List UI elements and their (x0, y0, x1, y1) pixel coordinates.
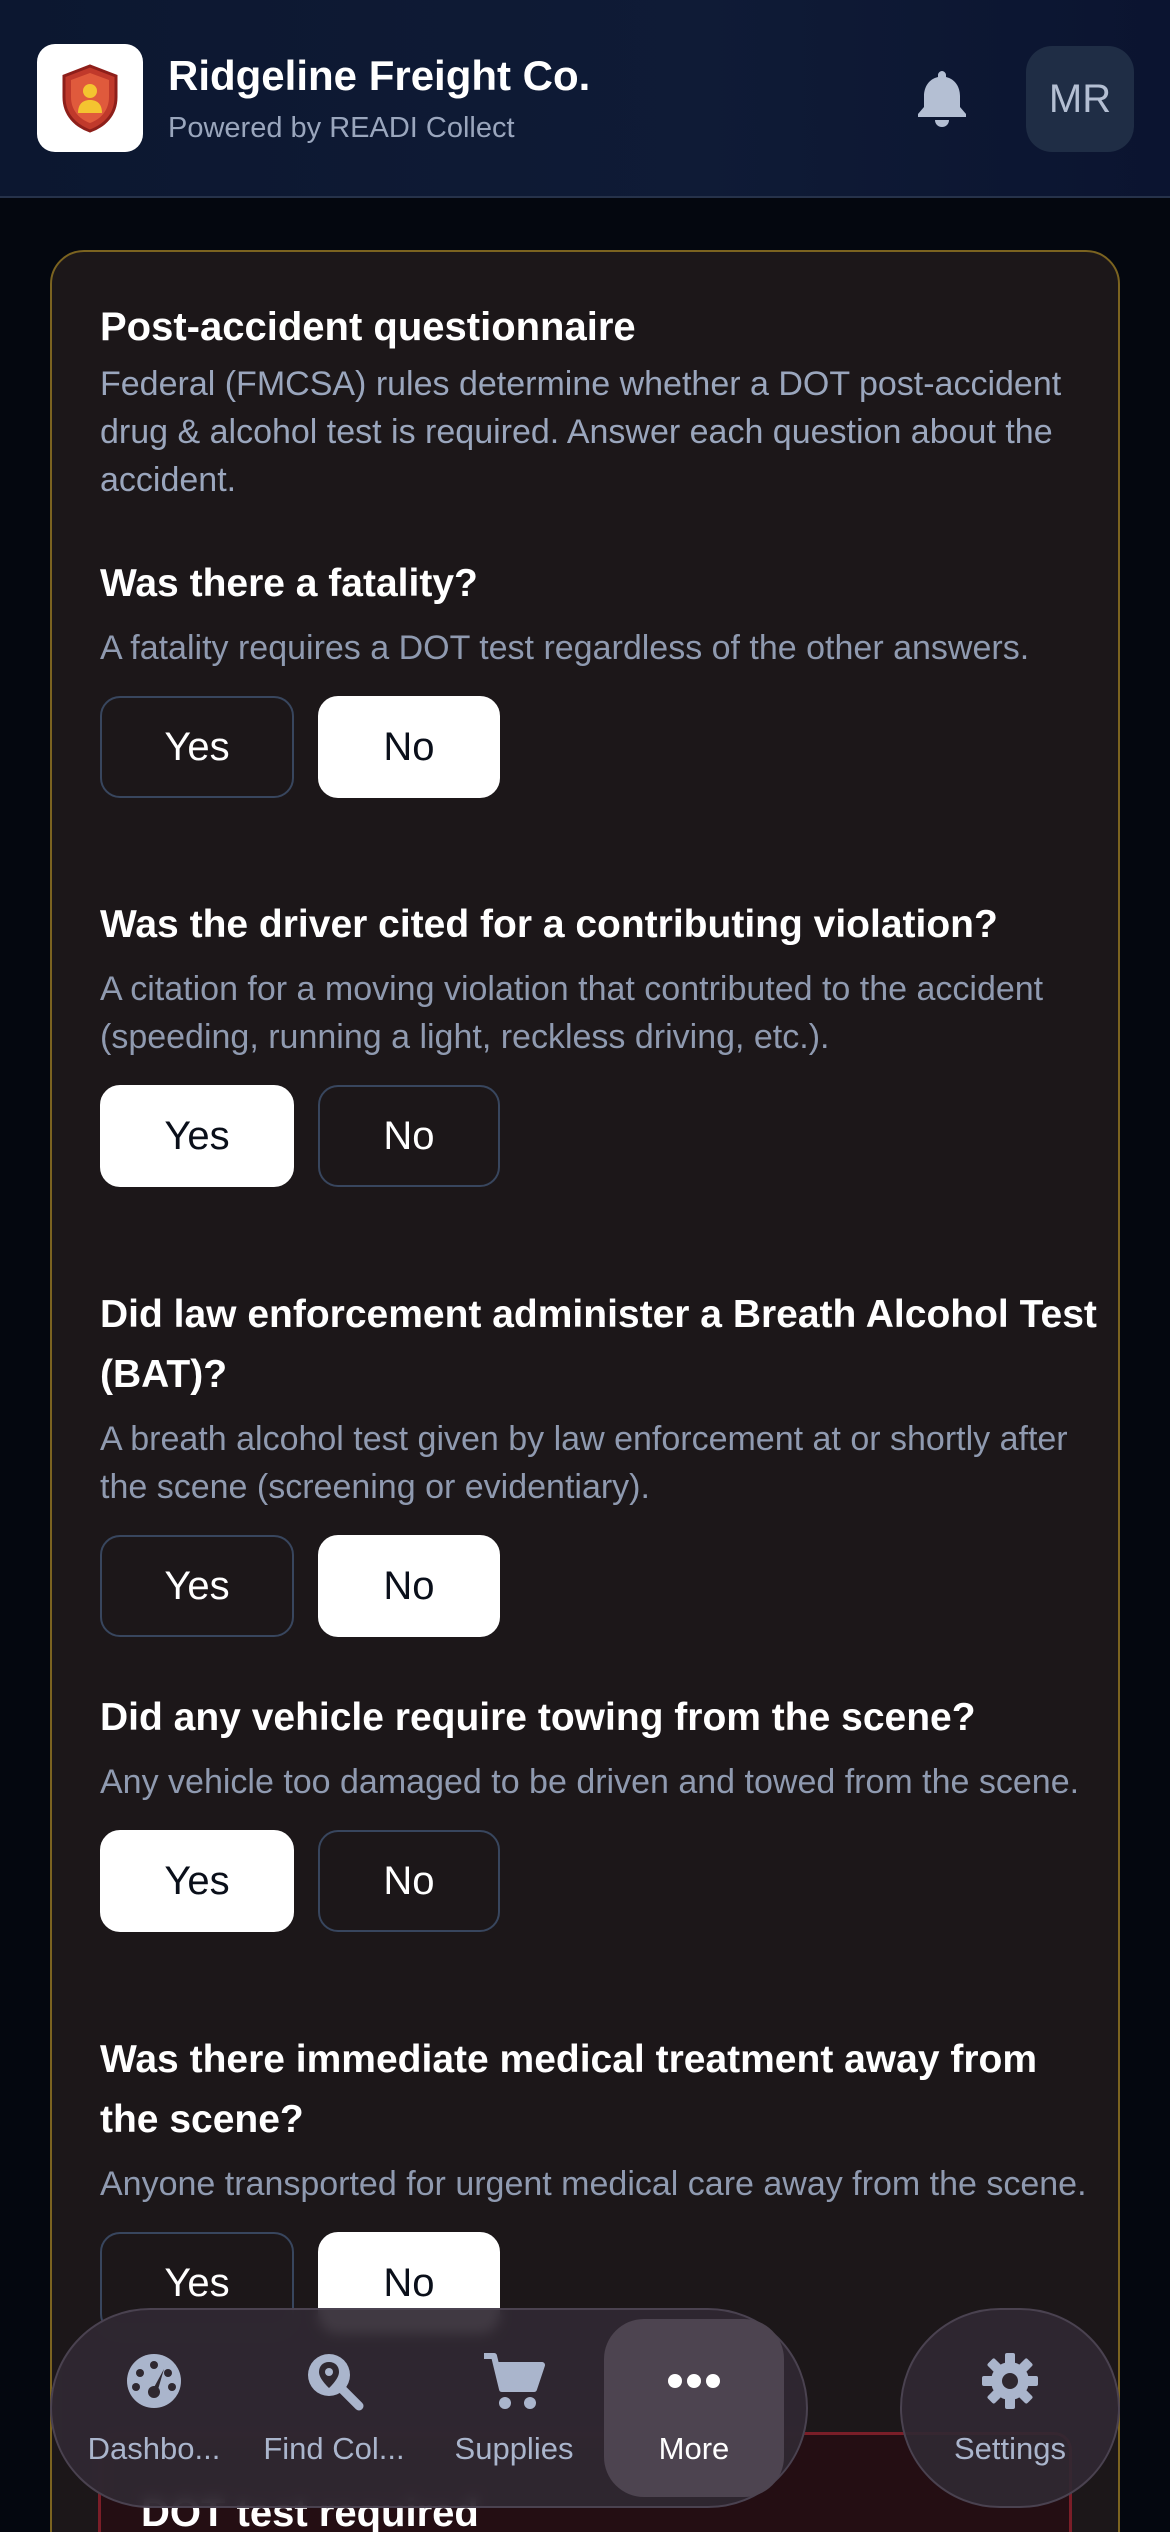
no-button[interactable]: No (318, 1535, 500, 1637)
question-help: A citation for a moving violation that c… (100, 970, 1044, 1056)
question-fatality: Was there a fatality? A fatality require… (100, 554, 1100, 798)
nav-label: Settings (953, 2431, 1066, 2466)
nav-label: More (658, 2431, 730, 2466)
question-medical-treatment: Was there immediate medical treatment aw… (100, 2030, 1100, 2334)
gauge-icon (127, 2354, 181, 2408)
company-name: Ridgeline Freight Co. (168, 52, 591, 99)
nav-item-settings[interactable]: Settings (900, 2308, 1120, 2508)
no-button[interactable]: No (318, 1085, 500, 1187)
no-button[interactable]: No (318, 696, 500, 798)
questionnaire-header: Post-accident questionnaire Federal (FMC… (100, 302, 1080, 504)
questionnaire-card: Post-accident questionnaire Federal (FMC… (50, 250, 1120, 2532)
question-help: A breath alcohol test given by law enfor… (100, 1420, 1068, 1506)
app-header: Ridgeline Freight Co. Powered by READI C… (0, 0, 1170, 198)
nav-label: Supplies (454, 2431, 574, 2466)
question-text: Was there immediate medical treatment aw… (100, 2038, 1038, 2141)
nav-label: Find Col... (263, 2431, 405, 2466)
no-button[interactable]: No (318, 1830, 500, 1932)
questionnaire-intro: Federal (FMCSA) rules determine whether … (100, 365, 1062, 499)
answer-group: Yes No (100, 1085, 1100, 1187)
nav-label: Dashbo... (87, 2431, 221, 2466)
question-towing: Did any vehicle require towing from the … (100, 1688, 1100, 1932)
answer-group: Yes No (100, 1535, 1100, 1637)
bell-icon (918, 71, 966, 127)
nav-item-supplies[interactable]: Supplies (424, 2319, 604, 2497)
company-logo (37, 44, 143, 152)
question-text: Was there a fatality? (100, 562, 478, 605)
yes-button[interactable]: Yes (100, 1830, 294, 1932)
nav-item-more[interactable]: More (604, 2319, 784, 2497)
question-citation: Was the driver cited for a contributing … (100, 895, 1100, 1187)
question-text: Did law enforcement administer a Breath … (100, 1293, 1097, 1396)
gear-icon (982, 2353, 1038, 2409)
shield-person-icon (62, 64, 118, 133)
notifications-button[interactable] (912, 64, 972, 130)
question-help: Any vehicle too damaged to be driven and… (100, 1763, 1080, 1801)
user-avatar[interactable]: MR (1026, 46, 1134, 152)
question-help: A fatality requires a DOT test regardles… (100, 629, 1030, 667)
yes-button[interactable]: Yes (100, 1085, 294, 1187)
question-breath-alcohol-test: Did law enforcement administer a Breath … (100, 1285, 1100, 1637)
question-help: Anyone transported for urgent medical ca… (100, 2165, 1087, 2203)
more-dots-icon (668, 2374, 720, 2388)
cart-icon (484, 2353, 545, 2409)
bottom-nav: Dashbo... Find Col... Supplies More (50, 2308, 808, 2508)
nav-item-dashboard[interactable]: Dashbo... (64, 2319, 244, 2497)
powered-by-text: Powered by READI Collect (168, 112, 515, 144)
nav-item-find-collector[interactable]: Find Col... (244, 2319, 424, 2497)
question-text: Did any vehicle require towing from the … (100, 1696, 976, 1739)
answer-group: Yes No (100, 1830, 1100, 1932)
questionnaire-title: Post-accident questionnaire (100, 305, 636, 349)
question-text: Was the driver cited for a contributing … (100, 903, 998, 946)
yes-button[interactable]: Yes (100, 1535, 294, 1637)
answer-group: Yes No (100, 696, 1100, 798)
search-location-icon (308, 2354, 364, 2411)
yes-button[interactable]: Yes (100, 696, 294, 798)
